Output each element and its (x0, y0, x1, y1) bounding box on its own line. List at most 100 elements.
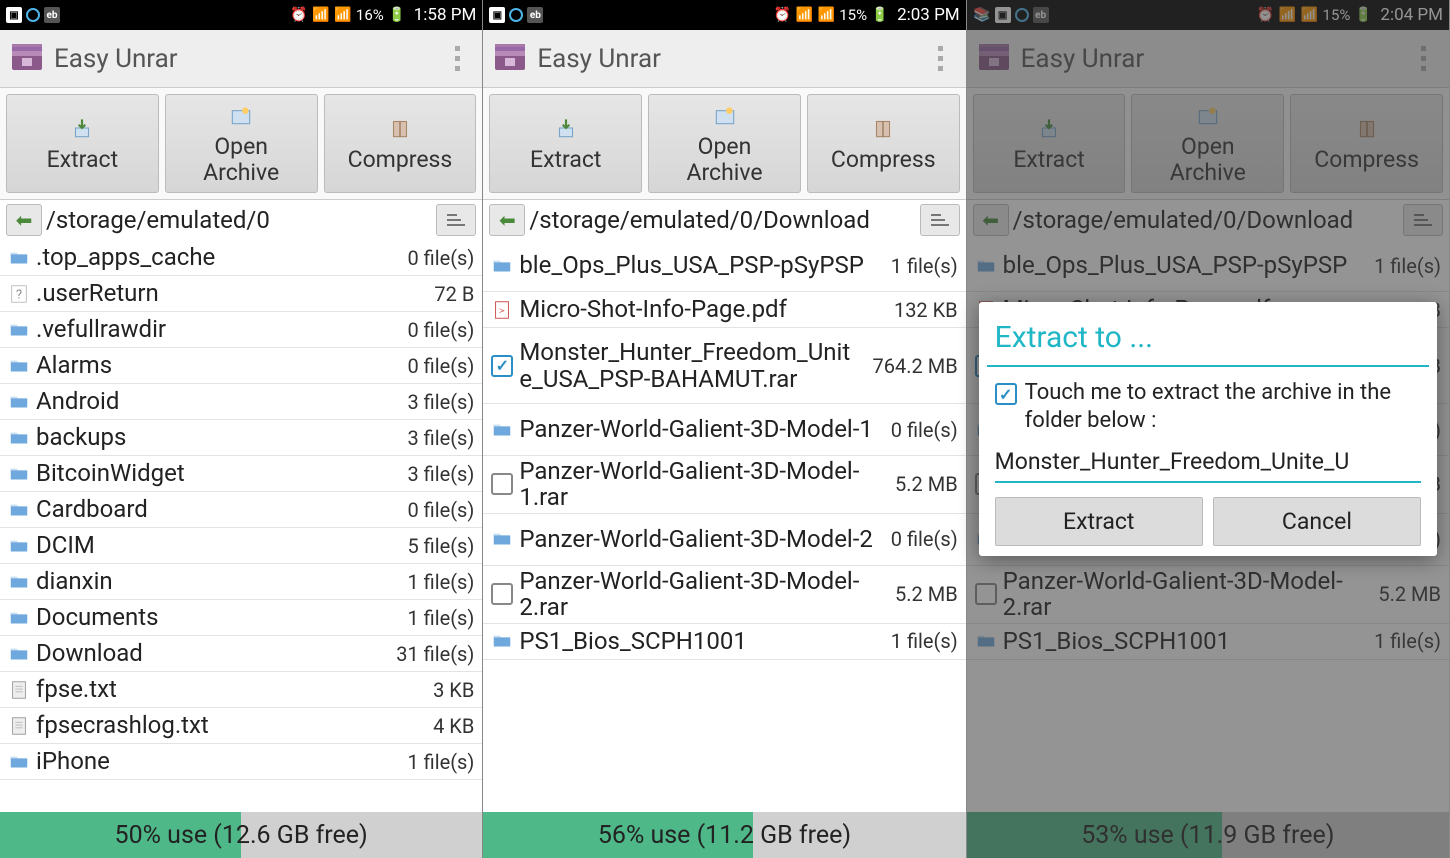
file-meta: 1 file(s) (891, 254, 958, 278)
file-name: ble_Ops_Plus_USA_PSP-pSyPSP (519, 252, 880, 278)
battery-icon: 🔋 (871, 6, 889, 24)
file-meta: 3 file(s) (407, 390, 474, 414)
file-row[interactable]: .vefullrawdir 0 file(s) (0, 312, 482, 348)
compress-icon (387, 115, 413, 141)
file-row[interactable]: Android 3 file(s) (0, 384, 482, 420)
folder-icon (491, 527, 513, 551)
sync-icon (26, 8, 40, 22)
file-row[interactable]: iPhone 1 file(s) (0, 744, 482, 780)
folder-icon (8, 570, 30, 594)
file-meta: 3 file(s) (407, 462, 474, 486)
back-button[interactable]: ⬅ (489, 204, 525, 236)
file-row[interactable]: ? .userReturn 72 B (0, 276, 482, 312)
file-row[interactable]: fpse.txt 3 KB (0, 672, 482, 708)
file-row[interactable]: ble_Ops_Plus_USA_PSP-pSyPSP 1 file(s) (483, 240, 965, 292)
file-row[interactable]: BitcoinWidget 3 file(s) (0, 456, 482, 492)
file-name: fpse.txt (36, 676, 423, 702)
file-row[interactable]: Panzer-World-Galient-3D-Model-2 0 file(s… (483, 514, 965, 566)
file-row[interactable]: Monster_Hunter_Freedom_Unite_USA_PSP-BAH… (483, 328, 965, 404)
file-row[interactable]: Cardboard 0 file(s) (0, 492, 482, 528)
file-row[interactable]: PS1_Bios_SCPH1001 1 file(s) (483, 624, 965, 660)
dialog-message: Touch me to extract the archive in the f… (1025, 379, 1421, 434)
svg-text:≻: ≻ (499, 305, 505, 314)
app-bar: Easy Unrar (483, 30, 965, 88)
extract-button[interactable]: Extract (489, 94, 642, 193)
overflow-menu-button[interactable] (926, 39, 956, 79)
sort-button[interactable] (920, 204, 960, 236)
path-row: ⬅ /storage/emulated/0 (0, 200, 482, 240)
folder-icon (491, 254, 513, 278)
battery-percent: 15% (839, 6, 867, 24)
file-name: Download (36, 640, 386, 666)
status-time: 2:03 PM (897, 5, 960, 25)
file-row[interactable]: fpsecrashlog.txt 4 KB (0, 708, 482, 744)
file-name: dianxin (36, 568, 397, 594)
file-row[interactable]: Download 31 file(s) (0, 636, 482, 672)
file-checkbox[interactable] (491, 355, 513, 377)
file-row[interactable]: DCIM 5 file(s) (0, 528, 482, 564)
dialog-extract-button[interactable]: Extract (995, 497, 1203, 546)
file-meta: 0 file(s) (407, 318, 474, 342)
gallery-icon: ▣ (489, 7, 505, 23)
file-checkbox[interactable] (491, 583, 513, 605)
file-name: .userReturn (36, 280, 424, 306)
dialog-folder-input[interactable] (995, 442, 1421, 483)
sync-icon (509, 8, 523, 22)
file-name: DCIM (36, 532, 397, 558)
file-name: Panzer-World-Galient-3D-Model-1.rar (519, 458, 885, 511)
file-row[interactable]: Panzer-World-Galient-3D-Model-2.rar 5.2 … (483, 566, 965, 624)
compress-button[interactable]: Compress (324, 94, 477, 193)
path-row: ⬅ /storage/emulated/0/Download (483, 200, 965, 240)
file-meta: 3 file(s) (407, 426, 474, 450)
file-row[interactable]: Alarms 0 file(s) (0, 348, 482, 384)
folder-icon (8, 642, 30, 666)
file-row[interactable]: Panzer-World-Galient-3D-Model-1 0 file(s… (483, 404, 965, 456)
folder-icon (8, 426, 30, 450)
app-title: Easy Unrar (537, 44, 925, 74)
compress-button[interactable]: Compress (807, 94, 960, 193)
overflow-menu-button[interactable] (442, 39, 472, 79)
folder-icon (8, 318, 30, 342)
file-row[interactable]: backups 3 file(s) (0, 420, 482, 456)
file-icon (8, 714, 30, 738)
file-meta: 4 KB (433, 714, 474, 738)
file-icon (8, 678, 30, 702)
file-row[interactable]: Documents 1 file(s) (0, 600, 482, 636)
file-meta: 0 file(s) (891, 527, 958, 551)
panel-1: ▣ eb ⏰ 📶 📶 15% 🔋 2:03 PM Easy Unrar Extr… (483, 0, 966, 858)
file-row[interactable]: .top_apps_cache 0 file(s) (0, 240, 482, 276)
file-meta: 1 file(s) (891, 629, 958, 653)
file-row[interactable]: ≻ Micro-Shot-Info-Page.pdf 132 KB (483, 292, 965, 328)
file-meta: 3 KB (433, 678, 474, 702)
extract-icon (553, 115, 579, 141)
file-name: Cardboard (36, 496, 397, 522)
extract-button[interactable]: Extract (6, 94, 159, 193)
sort-button[interactable] (436, 204, 476, 236)
app-rar-icon (493, 44, 527, 74)
file-name: backups (36, 424, 397, 450)
dialog-cancel-button[interactable]: Cancel (1213, 497, 1421, 546)
file-name: .vefullrawdir (36, 316, 397, 342)
back-button[interactable]: ⬅ (6, 204, 42, 236)
extract-icon (69, 115, 95, 141)
dialog-title: Extract to ... (979, 302, 1437, 365)
folder-icon (8, 534, 30, 558)
file-meta: 72 B (434, 282, 474, 306)
file-checkbox[interactable] (491, 473, 513, 495)
file-list[interactable]: ble_Ops_Plus_USA_PSP-pSyPSP 1 file(s) ≻ … (483, 240, 965, 812)
app-title: Easy Unrar (54, 44, 442, 74)
alarm-icon: ⏰ (290, 6, 308, 24)
current-path: /storage/emulated/0/Download (529, 207, 915, 233)
file-meta: 31 file(s) (396, 642, 474, 666)
battery-percent: 16% (356, 6, 384, 24)
file-list[interactable]: .top_apps_cache 0 file(s) ? .userReturn … (0, 240, 482, 812)
file-row[interactable]: dianxin 1 file(s) (0, 564, 482, 600)
file-name: Panzer-World-Galient-3D-Model-1 (519, 416, 880, 442)
open-archive-button[interactable]: Open Archive (165, 94, 318, 193)
signal-icon: 📶 (817, 6, 835, 24)
file-name: Monster_Hunter_Freedom_Unite_USA_PSP-BAH… (519, 339, 862, 392)
open-archive-button[interactable]: Open Archive (648, 94, 801, 193)
dialog-checkbox[interactable] (995, 383, 1017, 405)
file-name: Alarms (36, 352, 397, 378)
file-row[interactable]: Panzer-World-Galient-3D-Model-1.rar 5.2 … (483, 456, 965, 514)
